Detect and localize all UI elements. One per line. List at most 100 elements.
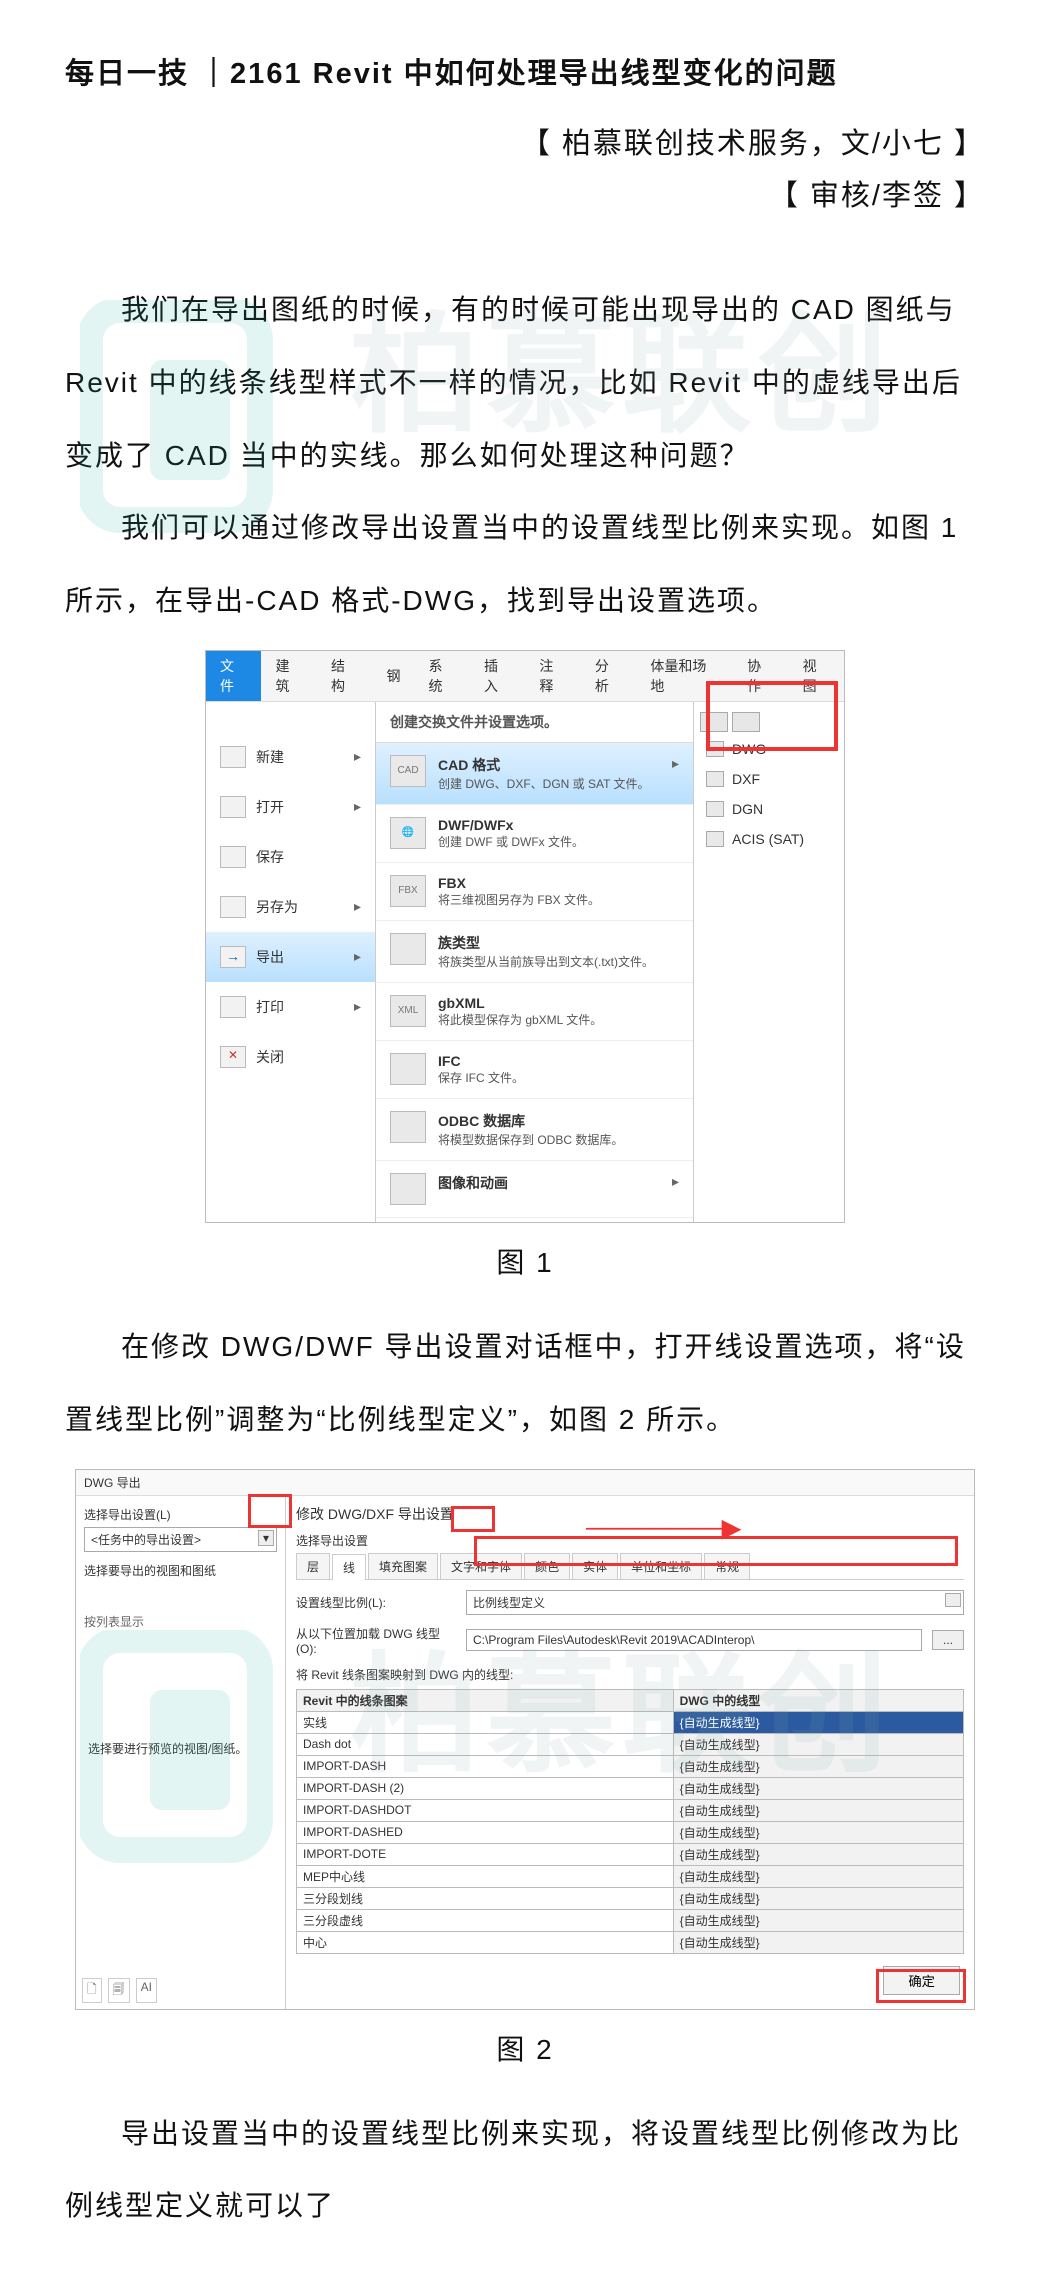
- tab-pattern[interactable]: 填充图案: [368, 1553, 438, 1579]
- cell: IMPORT-DASHED: [297, 1821, 674, 1843]
- highlight-box: [474, 1536, 958, 1566]
- cell: 中心: [297, 1931, 674, 1953]
- submenu-cad-format[interactable]: CADCAD 格式创建 DWG、DXF、DGN 或 SAT 文件。▸: [376, 743, 693, 805]
- item-title: CAD 格式: [438, 755, 650, 775]
- table-row[interactable]: IMPORT-DASH{自动生成线型}: [297, 1755, 964, 1777]
- ribbon-tab-file[interactable]: 文件: [206, 651, 261, 701]
- menu-save[interactable]: 保存: [206, 832, 375, 882]
- ifc-icon: [390, 1053, 426, 1085]
- cell: {自动生成线型}: [673, 1865, 963, 1887]
- print-icon: [220, 996, 246, 1018]
- label: 选择要导出的视图和图纸: [84, 1562, 277, 1579]
- chevron-down-icon: [945, 1593, 961, 1607]
- icon[interactable]: 🗋: [82, 1978, 102, 2003]
- export-setup-combo[interactable]: <任务中的导出设置>▾: [84, 1527, 277, 1552]
- figure-1: 文件 建筑 结构 钢 系统 插入 注释 分析 体量和场地 协作 视图 新建▸ 打…: [205, 650, 845, 1223]
- table-row[interactable]: MEP中心线{自动生成线型}: [297, 1865, 964, 1887]
- odbc-icon: [390, 1111, 426, 1143]
- item-title: gbXML: [438, 995, 602, 1011]
- dgn-icon: [706, 801, 724, 817]
- table-row[interactable]: 中心{自动生成线型}: [297, 1931, 964, 1953]
- browse-button[interactable]: ...: [932, 1630, 964, 1650]
- export-submenu: 创建交换文件并设置选项。 CADCAD 格式创建 DWG、DXF、DGN 或 S…: [376, 702, 694, 1222]
- tab-layer[interactable]: 层: [296, 1553, 330, 1579]
- tab-line[interactable]: 线: [332, 1554, 366, 1580]
- linetype-scale-combo[interactable]: 比例线型定义: [466, 1590, 964, 1615]
- ribbon-tab[interactable]: 钢: [372, 661, 414, 691]
- menu-label: 另存为: [256, 897, 298, 917]
- load-path-input[interactable]: C:\Program Files\Autodesk\Revit 2019\ACA…: [466, 1629, 922, 1651]
- article-title: 每日一技 ｜2161 Revit 中如何处理导出线型变化的问题: [65, 50, 985, 92]
- chevron-right-icon: ▸: [354, 798, 361, 815]
- item-title: FBX: [438, 875, 600, 891]
- cell: {自动生成线型}: [673, 1733, 963, 1755]
- menu-export[interactable]: 导出▸: [206, 932, 375, 982]
- flyout-sat[interactable]: ACIS (SAT): [694, 824, 844, 854]
- cell: {自动生成线型}: [673, 1931, 963, 1953]
- table-row[interactable]: IMPORT-DOTE{自动生成线型}: [297, 1843, 964, 1865]
- menu-label: 新建: [256, 747, 284, 767]
- ribbon-tab[interactable]: 分析: [581, 651, 636, 701]
- outer-dialog-title: DWG 导出: [76, 1470, 974, 1496]
- table-row[interactable]: 三分段虚线{自动生成线型}: [297, 1909, 964, 1931]
- cell: 实线: [297, 1711, 674, 1733]
- item-title: 图像和动画: [438, 1173, 508, 1193]
- ribbon-tab[interactable]: 结构: [317, 651, 372, 701]
- item-sub: 创建 DWF 或 DWFx 文件。: [438, 833, 584, 850]
- submenu-odbc[interactable]: ODBC 数据库将模型数据保存到 ODBC 数据库。: [376, 1099, 693, 1161]
- cell: {自动生成线型}: [673, 1755, 963, 1777]
- ribbon-tab[interactable]: 插入: [470, 651, 525, 701]
- icon[interactable]: AI: [136, 1978, 157, 2003]
- item-sub: 将三维视图另存为 FBX 文件。: [438, 891, 600, 908]
- save-icon: [220, 846, 246, 868]
- submenu-ifc[interactable]: IFC保存 IFC 文件。: [376, 1041, 693, 1099]
- ribbon-tab[interactable]: 系统: [414, 651, 469, 701]
- flyout-dxf[interactable]: DXF: [694, 764, 844, 794]
- menu-saveas[interactable]: 另存为▸: [206, 882, 375, 932]
- item-sub: 将族类型从当前族导出到文本(.txt)文件。: [438, 953, 654, 970]
- open-icon: [220, 796, 246, 818]
- table-row[interactable]: Dash dot{自动生成线型}: [297, 1733, 964, 1755]
- cad-icon: CAD: [390, 755, 426, 787]
- toolbar-icons: 🗋🗐AI: [82, 1978, 157, 2003]
- submenu-header: 创建交换文件并设置选项。: [376, 702, 693, 743]
- cad-format-flyout: DWG DXF DGN ACIS (SAT): [694, 702, 844, 1222]
- menu-label: 打印: [256, 997, 284, 1017]
- menu-open[interactable]: 打开▸: [206, 782, 375, 832]
- chevron-right-icon: ▸: [672, 1173, 679, 1190]
- byline: 【 柏慕联创技术服务，文/小七 】: [65, 120, 985, 162]
- flyout-dgn[interactable]: DGN: [694, 794, 844, 824]
- submenu-dwf[interactable]: 🌐DWF/DWFx创建 DWF 或 DWFx 文件。: [376, 805, 693, 863]
- cell: IMPORT-DOTE: [297, 1843, 674, 1865]
- cell: {自动生成线型}: [673, 1887, 963, 1909]
- figure-2-caption: 图 2: [65, 2028, 985, 2068]
- ribbon-tab[interactable]: 注释: [525, 651, 580, 701]
- combo-value: 比例线型定义: [473, 1596, 545, 1610]
- family-icon: [390, 933, 426, 965]
- menu-label: 保存: [256, 847, 284, 867]
- file-menu-left: 新建▸ 打开▸ 保存 另存为▸ 导出▸ 打印▸ 关闭: [206, 702, 376, 1222]
- table-row[interactable]: IMPORT-DASHDOT{自动生成线型}: [297, 1799, 964, 1821]
- submenu-gbxml[interactable]: XMLgbXML将此模型保存为 gbXML 文件。: [376, 983, 693, 1041]
- cell: 三分段虚线: [297, 1909, 674, 1931]
- paragraph-2: 我们可以通过修改导出设置当中的设置线型比例来实现。如图 1所示，在导出-CAD …: [65, 492, 985, 638]
- cell: {自动生成线型}: [673, 1711, 963, 1733]
- table-row[interactable]: IMPORT-DASHED{自动生成线型}: [297, 1821, 964, 1843]
- submenu-image-anim[interactable]: 图像和动画 ▸: [376, 1161, 693, 1218]
- icon[interactable]: 🗐: [108, 1978, 130, 2003]
- ribbon-tab[interactable]: 建筑: [261, 651, 316, 701]
- submenu-fbx[interactable]: FBXFBX将三维视图另存为 FBX 文件。: [376, 863, 693, 921]
- item-title: ODBC 数据库: [438, 1111, 623, 1131]
- saveas-icon: [220, 896, 246, 918]
- chevron-right-icon: ▸: [354, 948, 361, 965]
- menu-print[interactable]: 打印▸: [206, 982, 375, 1032]
- table-row[interactable]: 实线{自动生成线型}: [297, 1711, 964, 1733]
- menu-new[interactable]: 新建▸: [206, 732, 375, 782]
- item-title: DWF/DWFx: [438, 817, 584, 833]
- table-row[interactable]: 三分段划线{自动生成线型}: [297, 1887, 964, 1909]
- submenu-family[interactable]: 族类型将族类型从当前族导出到文本(.txt)文件。: [376, 921, 693, 983]
- cell: IMPORT-DASH: [297, 1755, 674, 1777]
- th: DWG 中的线型: [673, 1689, 963, 1711]
- table-row[interactable]: IMPORT-DASH (2){自动生成线型}: [297, 1777, 964, 1799]
- menu-close[interactable]: 关闭: [206, 1032, 375, 1082]
